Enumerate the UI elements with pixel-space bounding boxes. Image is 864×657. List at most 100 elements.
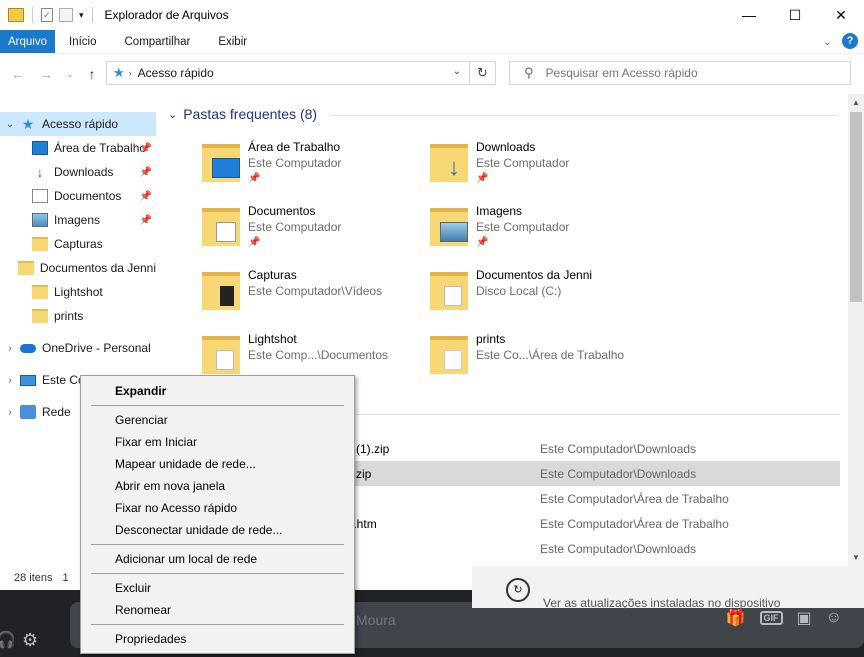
sidebar-item-lightshot[interactable]: Lightshot (0, 280, 156, 304)
sticker-icon[interactable]: ▣ (797, 608, 812, 628)
new-folder-icon[interactable] (59, 8, 73, 22)
recent-file-path: Este Computador\Área de Trabalho (540, 492, 729, 506)
menu-item-excluir[interactable]: Excluir (115, 581, 151, 595)
folder-name: Documentos da Jenni (476, 268, 593, 282)
expand-chevron-icon[interactable]: › (2, 407, 18, 418)
expand-chevron-icon[interactable]: › (2, 343, 18, 354)
folder-icon (32, 309, 48, 323)
vertical-scrollbar[interactable]: ▲ ▼ (848, 94, 864, 566)
back-arrow-icon[interactable]: ← (8, 66, 28, 82)
computer-icon (20, 374, 36, 386)
scroll-up-icon[interactable]: ▲ (848, 98, 864, 107)
search-input[interactable]: ⚲ Pesquisar em Acesso rápido (509, 61, 851, 85)
tab-arquivo[interactable]: Arquivo (0, 30, 55, 53)
menu-item-adicionar-local-rede[interactable]: Adicionar um local de rede (115, 552, 257, 566)
menu-item-gerenciar[interactable]: Gerenciar (115, 413, 168, 427)
address-bar[interactable]: ★ › Acesso rápido ⌄ ↻ (106, 61, 496, 85)
maximize-button[interactable]: ☐ (772, 0, 818, 30)
folder-icon (32, 285, 48, 299)
folder-tile[interactable]: Documentos da Jenni Disco Local (C:) (430, 268, 650, 324)
menu-item-desconectar-unidade[interactable]: Desconectar unidade de rede... (115, 523, 282, 537)
pin-icon: 📌 (139, 166, 152, 178)
sidebar-item-quick-access[interactable]: ⌄ ★ Acesso rápido (0, 112, 156, 136)
collapse-chevron-icon[interactable]: ⌄ (168, 108, 177, 121)
menu-item-expandir[interactable]: Expandir (115, 384, 166, 398)
properties-icon[interactable]: ✓ (41, 8, 53, 22)
menu-item-propriedades[interactable]: Propriedades (115, 632, 186, 646)
folder-tile[interactable]: Área de Trabalho Este Computador 📌 (202, 140, 422, 196)
folder-name: Documentos (248, 204, 316, 218)
breadcrumb[interactable]: Acesso rápido (138, 66, 214, 80)
collapse-chevron-icon[interactable]: ⌄ (2, 119, 18, 130)
folder-location: Disco Local (C:) (476, 284, 562, 298)
forward-arrow-icon[interactable]: → (36, 66, 56, 82)
folder-icon (430, 336, 468, 374)
sidebar-item-label: OneDrive - Personal (42, 341, 151, 355)
desktop-icon (32, 141, 48, 155)
folder-tile[interactable]: Imagens Este Computador 📌 (430, 204, 650, 260)
menu-item-fixar-em-iniciar[interactable]: Fixar em Iniciar (115, 435, 197, 449)
folder-tile[interactable]: prints Este Co...\Área de Trabalho (430, 332, 650, 388)
folder-tile[interactable]: Capturas Este Computador\Vídeos (202, 268, 422, 324)
folder-location: Este Computador\Vídeos (248, 284, 383, 298)
gif-icon[interactable]: GIF (759, 611, 783, 625)
update-text[interactable]: Ver as atualizações instaladas no dispos… (543, 596, 780, 610)
customize-toolbar-chevron-icon[interactable]: ▾ (79, 10, 84, 21)
window-title: Explorador de Arquivos (104, 8, 229, 22)
close-button[interactable]: ✕ (818, 0, 864, 30)
minimize-button[interactable]: — (726, 0, 772, 30)
tab-inicio[interactable]: Início (55, 30, 111, 53)
group-header[interactable]: ⌄ Pastas frequentes (8) (168, 106, 317, 122)
tab-compartilhar[interactable]: Compartilhar (111, 30, 205, 53)
scroll-down-icon[interactable]: ▼ (848, 553, 864, 562)
scrollbar-thumb[interactable] (850, 112, 862, 302)
folder-icon (430, 272, 468, 310)
gift-icon[interactable]: 🎁 (726, 608, 746, 628)
menu-item-mapear-unidade[interactable]: Mapear unidade de rede... (115, 457, 256, 471)
folder-name: Imagens (476, 204, 523, 218)
pin-icon: 📌 (248, 237, 261, 248)
download-icon: ↓ (36, 164, 44, 180)
expand-chevron-icon[interactable]: › (2, 375, 18, 386)
address-chevron-icon[interactable]: › (129, 68, 132, 78)
menu-item-abrir-nova-janela[interactable]: Abrir em nova janela (115, 479, 225, 493)
sidebar-item-images[interactable]: Imagens 📌 (0, 208, 156, 232)
folder-tile[interactable]: ↓ Downloads Este Computador 📌 (430, 140, 650, 196)
pin-icon: 📌 (248, 173, 261, 184)
menu-item-renomear[interactable]: Renomear (115, 603, 171, 617)
quick-access-star-icon: ★ (113, 65, 125, 80)
emoji-icon[interactable]: ☺ (826, 609, 842, 627)
refresh-icon[interactable]: ↻ (469, 62, 495, 84)
sidebar-item-capturas[interactable]: Capturas (0, 232, 156, 256)
folder-name: Downloads (476, 140, 536, 154)
sidebar-item-label: Este Co (42, 373, 85, 387)
folder-icon (17, 261, 34, 275)
folder-name: Área de Trabalho (248, 140, 341, 154)
quick-access-star-icon: ★ (21, 116, 35, 132)
menu-item-fixar-acesso-rapido[interactable]: Fixar no Acesso rápido (115, 501, 237, 515)
help-icon[interactable]: ? (842, 33, 858, 49)
recent-file-path: Este Computador\Área de Trabalho (540, 517, 729, 531)
sidebar-item-desktop[interactable]: Área de Trabalho 📌 (0, 136, 156, 160)
sidebar-item-label: Capturas (54, 237, 103, 251)
sidebar-item-onedrive[interactable]: › OneDrive - Personal (0, 336, 156, 360)
folder-icon (202, 336, 240, 374)
folder-location: Este Computador (248, 156, 342, 170)
sidebar-item-prints[interactable]: prints (0, 304, 156, 328)
up-arrow-icon[interactable]: ↑ (82, 66, 102, 82)
tab-exibir[interactable]: Exibir (204, 30, 261, 53)
address-dropdown-chevron-icon[interactable]: ⌄ (453, 66, 461, 77)
pin-icon: 📌 (139, 190, 152, 202)
expand-ribbon-chevron-icon[interactable]: ⌄ (823, 35, 832, 48)
folder-icon (430, 208, 468, 246)
sidebar-item-downloads[interactable]: ↓ Downloads 📌 (0, 160, 156, 184)
folder-tile[interactable]: Documentos Este Computador 📌 (202, 204, 422, 260)
headphones-icon[interactable]: 🎧 (0, 630, 16, 650)
pin-icon: 📌 (139, 142, 152, 154)
address-row: ← → ⌄ ↑ ★ › Acesso rápido ⌄ ↻ ⚲ Pesquisa… (0, 54, 864, 94)
recent-locations-chevron-icon[interactable]: ⌄ (60, 69, 80, 80)
sidebar-item-documentos-da-jenni[interactable]: Documentos da Jenni (0, 256, 156, 280)
search-icon: ⚲ (524, 65, 534, 80)
gear-icon[interactable]: ⚙ (22, 630, 38, 651)
sidebar-item-documents[interactable]: Documentos 📌 (0, 184, 156, 208)
